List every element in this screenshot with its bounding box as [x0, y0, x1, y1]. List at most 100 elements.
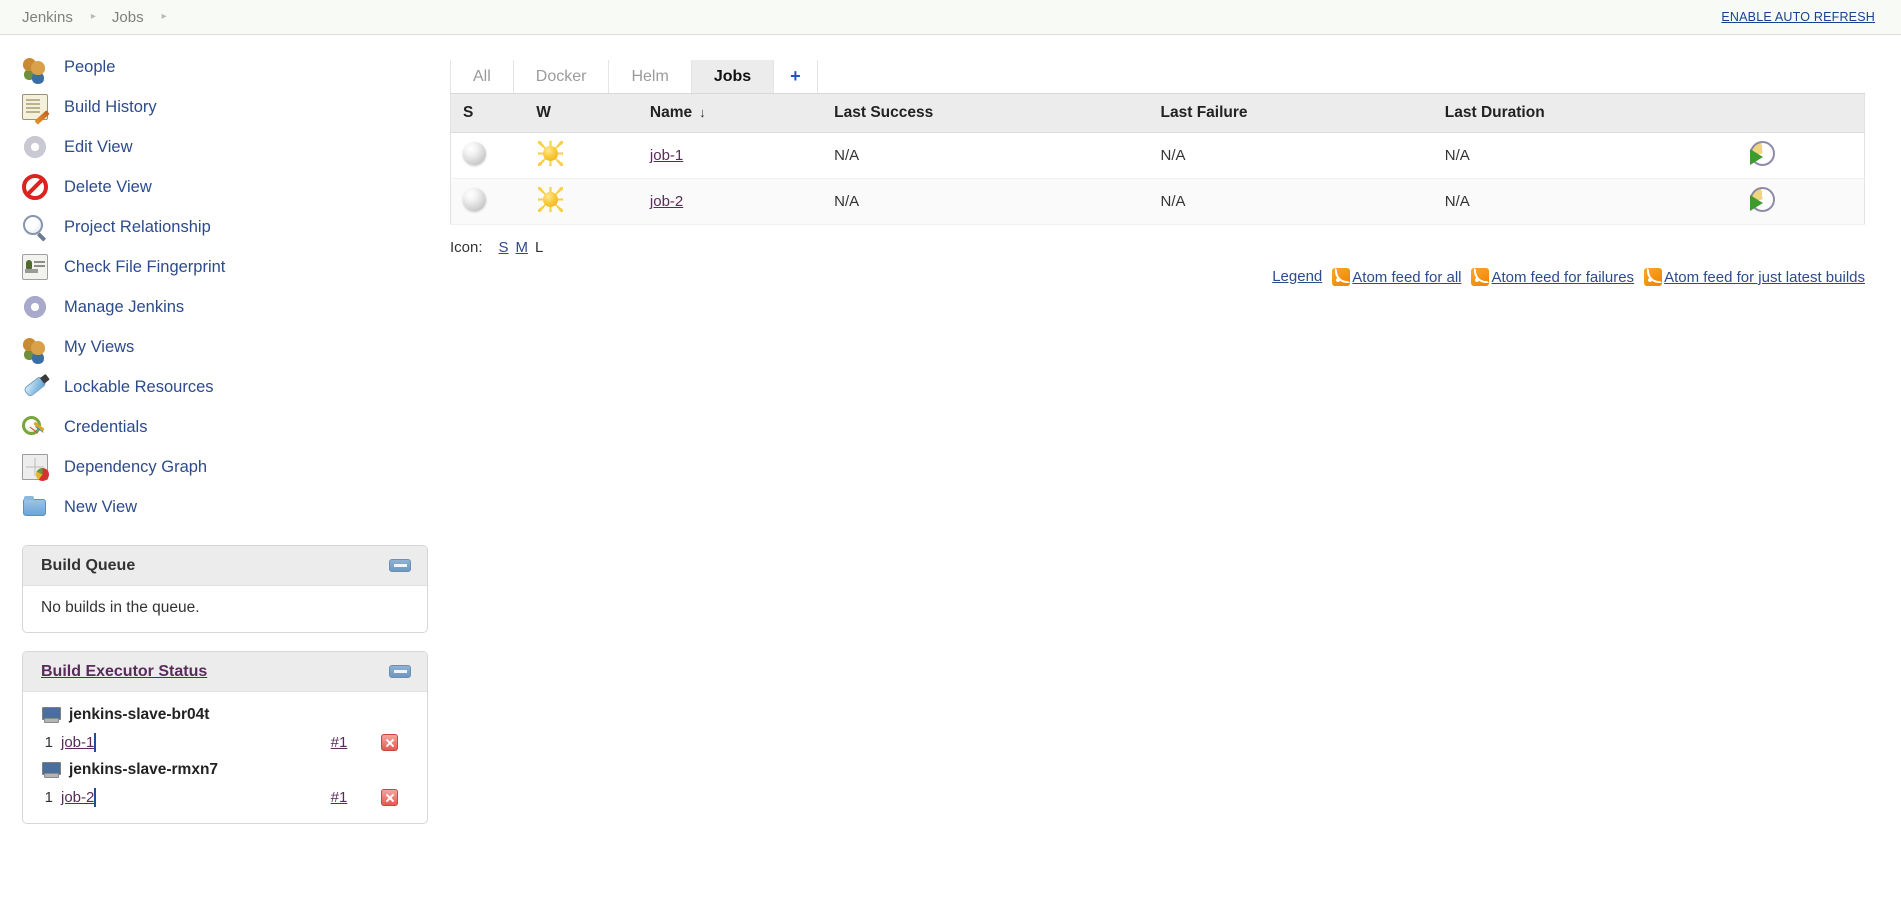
schedule-build-icon[interactable]: [1750, 140, 1776, 166]
atom-feed-all-link[interactable]: Atom feed for all: [1352, 269, 1461, 286]
sunny-icon: [536, 185, 564, 213]
tab-docker[interactable]: Docker: [512, 60, 610, 93]
main-content: All Docker Helm Jobs + S W Name ↓ Last Su…: [450, 35, 1901, 286]
sidebar-item-my-views[interactable]: My Views: [0, 327, 450, 367]
sidebar-item-label: Manage Jenkins: [64, 297, 185, 316]
usb-icon: [22, 374, 48, 400]
sidebar-item-dependency-graph[interactable]: Dependency Graph: [0, 447, 450, 487]
collapse-icon[interactable]: [389, 559, 411, 572]
icon-size-small[interactable]: S: [499, 239, 509, 256]
jobs-table: S W Name ↓ Last Success Last Failure Last…: [450, 94, 1865, 225]
jobs-table-body: job-1 N/A N/A N/A job-2 N/A N/A N/A: [450, 132, 1865, 225]
sidebar-item-delete-view[interactable]: Delete View: [0, 167, 450, 207]
sidebar-item-manage-jenkins[interactable]: Manage Jenkins: [0, 287, 450, 327]
column-header-weather[interactable]: W: [524, 94, 638, 133]
cell-name: job-2: [637, 178, 823, 225]
atom-feed-all[interactable]: Atom feed for all: [1332, 267, 1461, 286]
cell-last-success: N/A: [822, 132, 1149, 179]
executor-job-link[interactable]: job-2: [61, 789, 94, 806]
executor-row: 1 job-1 #1: [41, 728, 409, 753]
executor-node: jenkins-slave-br04t: [41, 706, 409, 724]
breadcrumb-bar: Jenkins ▸ Jobs ▸ ENABLE AUTO REFRESH: [0, 0, 1901, 35]
executor-node-name: jenkins-slave-br04t: [69, 706, 210, 723]
breadcrumb-item-jenkins[interactable]: Jenkins: [22, 9, 73, 26]
rss-icon: [1332, 267, 1351, 286]
cell-last-failure: N/A: [1148, 178, 1433, 225]
schedule-build-icon[interactable]: [1750, 186, 1776, 212]
executor-progress-bar: [94, 733, 97, 752]
sidebar-item-credentials[interactable]: Credentials: [0, 407, 450, 447]
sidebar-item-project-relationship[interactable]: Project Relationship: [0, 207, 450, 247]
stop-build-icon[interactable]: [380, 734, 398, 751]
rss-icon: [1471, 267, 1490, 286]
sidebar-item-label: My Views: [64, 337, 135, 356]
atom-feed-failures[interactable]: Atom feed for failures: [1471, 267, 1634, 286]
column-header-name-label: Name: [649, 103, 693, 121]
sunny-icon: [536, 139, 564, 167]
atom-feed-latest-link[interactable]: Atom feed for just latest builds: [1664, 269, 1865, 286]
collapse-icon[interactable]: [389, 665, 411, 678]
gear-icon: [22, 134, 48, 160]
computer-icon: [41, 707, 61, 723]
column-header-status[interactable]: S: [450, 94, 525, 133]
sort-descending-icon: ↓: [699, 104, 706, 120]
build-queue-empty-text: No builds in the queue.: [41, 599, 200, 616]
sidebar-item-new-view[interactable]: New View: [0, 487, 450, 527]
atom-feed-failures-link[interactable]: Atom feed for failures: [1491, 269, 1634, 286]
table-row: job-1 N/A N/A N/A: [450, 132, 1865, 179]
column-header-last-failure[interactable]: Last Failure: [1148, 94, 1433, 133]
tab-all[interactable]: All: [450, 60, 514, 93]
sidebar-item-label: People: [64, 57, 116, 76]
grey-ball-icon: [463, 187, 486, 211]
sidebar-item-label: Build History: [64, 97, 157, 116]
jobs-table-header-row: S W Name ↓ Last Success Last Failure Last…: [450, 94, 1865, 133]
executor-job-link[interactable]: job-1: [61, 734, 94, 751]
breadcrumb-item-jobs[interactable]: Jobs: [112, 9, 144, 26]
column-header-last-success[interactable]: Last Success: [822, 94, 1149, 133]
sidebar-item-people[interactable]: People: [0, 47, 450, 87]
executor-build-link[interactable]: #1: [309, 734, 369, 751]
icon-size-large: L: [535, 238, 544, 256]
executor-number: 1: [44, 789, 53, 806]
executor-node-name: jenkins-slave-rmxn7: [69, 761, 219, 778]
rss-icon: [1644, 267, 1663, 286]
gear-icon: [22, 294, 48, 320]
executor-build-link[interactable]: #1: [309, 789, 369, 806]
sidebar-item-label: Credentials: [64, 417, 148, 436]
tab-jobs[interactable]: Jobs: [690, 60, 775, 93]
folder-icon: [22, 494, 48, 520]
add-view-tab[interactable]: +: [773, 60, 818, 93]
executor-node: jenkins-slave-rmxn7: [41, 761, 409, 779]
grey-ball-icon: [463, 141, 486, 165]
sidebar-item-edit-view[interactable]: Edit View: [0, 127, 450, 167]
breadcrumb-separator-icon-2: ▸: [161, 11, 167, 22]
column-header-last-duration[interactable]: Last Duration: [1432, 94, 1739, 133]
build-executor-status-title[interactable]: Build Executor Status: [41, 663, 207, 681]
legend-link[interactable]: Legend: [1272, 268, 1322, 285]
sidebar-item-check-file-fingerprint[interactable]: Check File Fingerprint: [0, 247, 450, 287]
cell-weather: [524, 178, 638, 225]
icon-size-medium[interactable]: M: [516, 239, 529, 256]
sidebar-item-build-history[interactable]: Build History: [0, 87, 450, 127]
cell-last-failure: N/A: [1148, 132, 1433, 179]
build-executor-status-panel: Build Executor Status jenkins-slave-br04…: [22, 651, 428, 824]
icon-size-selector: Icon: S M L: [450, 239, 1865, 256]
tab-helm[interactable]: Helm: [608, 60, 692, 93]
atom-feed-latest[interactable]: Atom feed for just latest builds: [1644, 267, 1865, 286]
computer-icon: [41, 762, 61, 778]
job-link[interactable]: job-1: [650, 147, 683, 164]
build-executor-status-header: Build Executor Status: [23, 652, 427, 692]
executor-progress-bar: [94, 788, 97, 807]
page-body: People Build History Edit View Delete Vi…: [0, 35, 1901, 824]
sidebar-item-label: Project Relationship: [64, 217, 211, 236]
enable-auto-refresh-link[interactable]: ENABLE AUTO REFRESH: [1721, 10, 1875, 24]
magnifier-icon: [22, 214, 48, 240]
job-link[interactable]: job-2: [650, 193, 683, 210]
column-header-name[interactable]: Name ↓: [637, 94, 823, 133]
cell-actions: [1738, 178, 1865, 225]
stop-build-icon[interactable]: [380, 789, 398, 806]
sidebar-item-lockable-resources[interactable]: Lockable Resources: [0, 367, 450, 407]
column-header-actions: [1738, 94, 1865, 133]
build-queue-title: Build Queue: [41, 556, 136, 574]
credentials-icon: [22, 414, 48, 440]
